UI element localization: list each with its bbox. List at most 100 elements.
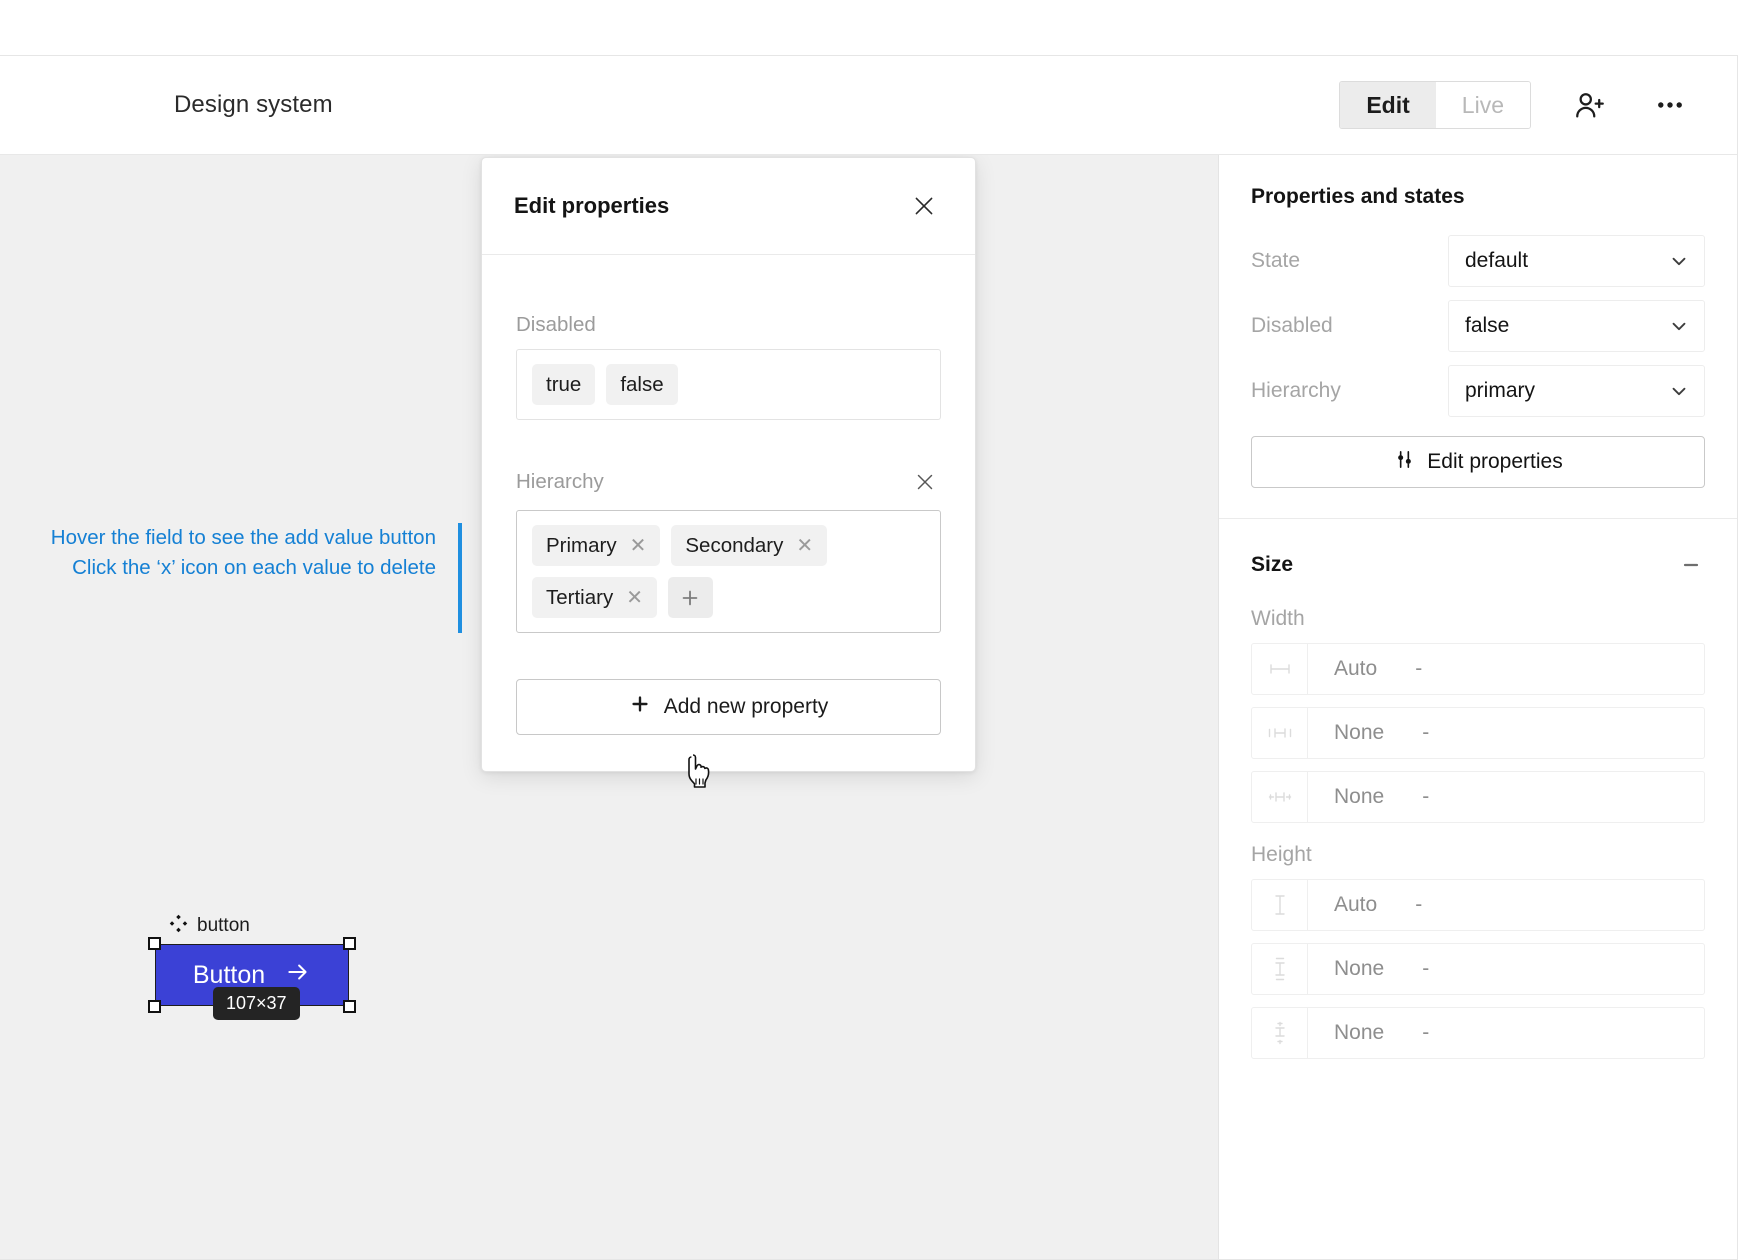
sliders-icon: [1393, 448, 1416, 477]
max-height-unit: -: [1422, 1021, 1430, 1044]
add-new-property-button[interactable]: Add new property: [516, 679, 941, 735]
property-row-label: Disabled: [1251, 314, 1333, 337]
app-window: Design system Edit Live Hover the field …: [0, 55, 1738, 1260]
property-field-label: Hierarchy: [516, 466, 941, 498]
min-height-unit: -: [1422, 957, 1430, 980]
size-section-heading: Size: [1251, 549, 1705, 581]
close-icon[interactable]: [905, 187, 943, 225]
resize-handle-bottom-right[interactable]: [343, 1000, 356, 1013]
annotation-line-2: Click the ‘x’ icon on each value to dele…: [72, 555, 436, 579]
button-preview-text: Button: [192, 960, 266, 989]
width-value: Auto: [1334, 657, 1378, 680]
hierarchy-select[interactable]: primary: [1448, 365, 1705, 417]
resize-handle-bottom-left[interactable]: [148, 1000, 161, 1013]
tab-live[interactable]: Live: [1435, 82, 1530, 128]
design-canvas[interactable]: Hover the field to see the add value but…: [0, 155, 1219, 1259]
more-horizontal-icon[interactable]: [1649, 84, 1691, 126]
max-width-value: None: [1334, 785, 1385, 808]
height-unit: -: [1415, 893, 1423, 916]
height-row[interactable]: Auto -: [1251, 879, 1705, 931]
disabled-select[interactable]: false: [1448, 300, 1705, 352]
width-label: Width: [1251, 607, 1305, 630]
selected-component[interactable]: button Button 107×37: [148, 914, 356, 1020]
minus-icon[interactable]: [1677, 549, 1705, 581]
min-height-value: None: [1334, 957, 1385, 980]
value-chip[interactable]: Secondary ✕: [671, 525, 828, 566]
max-width-row[interactable]: None -: [1251, 771, 1705, 823]
person-add-icon[interactable]: [1569, 84, 1611, 126]
min-height-value-input[interactable]: None -: [1308, 957, 1704, 981]
value-chip-text: Tertiary: [546, 585, 614, 609]
height-value-input[interactable]: Auto -: [1308, 893, 1704, 917]
value-chip[interactable]: Tertiary ✕: [532, 577, 657, 618]
width-icon: [1252, 644, 1308, 694]
add-new-property-label: Add new property: [663, 695, 829, 718]
value-chip[interactable]: true: [532, 364, 596, 405]
property-field-hierarchy: Hierarchy Primary ✕ Secondary ✕ Tertiary…: [516, 466, 941, 633]
state-select-value: default: [1465, 249, 1529, 272]
width-unit: -: [1415, 657, 1423, 680]
width-value-input[interactable]: Auto -: [1308, 657, 1704, 681]
property-field-label-text: Hierarchy: [516, 470, 604, 493]
size-badge: 107×37: [213, 987, 300, 1020]
size-section: Size Width Auto - None - None - Height A…: [1219, 519, 1737, 1101]
property-row-label: Hierarchy: [1251, 379, 1341, 402]
min-width-value: None: [1334, 721, 1385, 744]
tab-edit[interactable]: Edit: [1340, 82, 1436, 128]
edit-properties-button[interactable]: Edit properties: [1251, 436, 1705, 488]
annotation-note: Hover the field to see the add value but…: [0, 523, 462, 633]
property-row-disabled: Disabled false: [1251, 300, 1705, 352]
min-height-row[interactable]: None -: [1251, 943, 1705, 995]
min-width-icon: [1252, 708, 1308, 758]
min-width-value-input[interactable]: None -: [1308, 721, 1704, 745]
max-height-value-input[interactable]: None -: [1308, 1021, 1704, 1045]
value-chip[interactable]: Primary ✕: [532, 525, 661, 566]
delete-value-icon[interactable]: ✕: [796, 536, 813, 556]
add-value-button[interactable]: [667, 577, 713, 618]
min-width-unit: -: [1422, 721, 1430, 744]
property-field-label: Disabled: [516, 313, 941, 337]
delete-value-icon[interactable]: ✕: [630, 536, 647, 556]
section-heading: Properties and states: [1251, 185, 1465, 208]
value-chip-container[interactable]: true false: [516, 349, 941, 420]
property-row-hierarchy: Hierarchy primary: [1251, 365, 1705, 417]
property-field-label-text: Disabled: [516, 313, 596, 336]
hierarchy-select-value: primary: [1465, 379, 1536, 402]
right-panel: Properties and states State default Disa…: [1219, 155, 1737, 1259]
width-row[interactable]: Auto -: [1251, 643, 1705, 695]
edit-properties-button-label: Edit properties: [1427, 450, 1563, 473]
page-title: Design system: [174, 91, 333, 118]
delete-value-icon[interactable]: ✕: [626, 588, 643, 608]
max-height-value: None: [1334, 1021, 1385, 1044]
component-diamond-icon: [169, 914, 188, 939]
value-chip-text: true: [546, 372, 582, 396]
max-width-icon: [1252, 772, 1308, 822]
property-row-label: State: [1251, 249, 1301, 272]
app-body: Hover the field to see the add value but…: [0, 155, 1737, 1259]
value-chip-text: Secondary: [685, 533, 784, 557]
remove-property-icon[interactable]: [909, 466, 941, 498]
max-width-value-input[interactable]: None -: [1308, 785, 1704, 809]
state-select[interactable]: default: [1448, 235, 1705, 287]
chevron-down-icon: [1668, 380, 1690, 402]
resize-handle-top-left[interactable]: [148, 937, 161, 950]
value-chip-container[interactable]: Primary ✕ Secondary ✕ Tertiary ✕: [516, 510, 941, 633]
min-height-icon: [1252, 944, 1308, 994]
plus-icon: [629, 693, 651, 722]
min-width-row[interactable]: None -: [1251, 707, 1705, 759]
max-height-row[interactable]: None -: [1251, 1007, 1705, 1059]
modal-title: Edit properties: [514, 193, 670, 218]
component-label-text: button: [197, 915, 250, 936]
max-height-icon: [1252, 1008, 1308, 1058]
size-heading-text: Size: [1251, 553, 1294, 576]
resize-handle-top-right[interactable]: [343, 937, 356, 950]
chevron-down-icon: [1668, 315, 1690, 337]
properties-and-states-section: Properties and states State default Disa…: [1219, 155, 1737, 519]
max-width-unit: -: [1422, 785, 1430, 808]
mode-toggle: Edit Live: [1339, 81, 1531, 129]
value-chip[interactable]: false: [606, 364, 678, 405]
value-chip-text: Primary: [546, 533, 617, 557]
annotation-line-1: Hover the field to see the add value but…: [50, 526, 436, 549]
height-value: Auto: [1334, 893, 1378, 916]
edit-properties-modal: Edit properties Disabled true false Hier…: [481, 157, 976, 772]
